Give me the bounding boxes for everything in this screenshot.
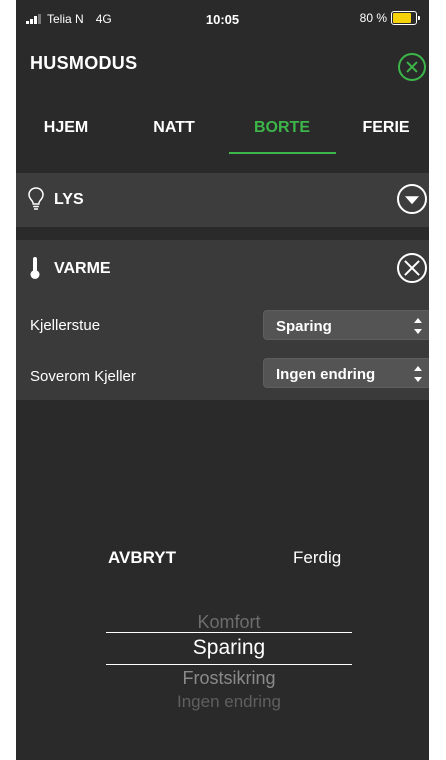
thermometer-icon [30, 257, 40, 279]
battery-percent: 80 % [359, 11, 387, 25]
close-icon[interactable] [397, 253, 427, 283]
picker-option[interactable]: Frostsikring [106, 668, 352, 689]
picker-option[interactable]: Komfort [106, 612, 352, 633]
room-label-kjellerstue: Kjellerstue [30, 317, 101, 334]
picker-option-selected[interactable]: Sparing [106, 636, 352, 660]
select-value: Sparing [276, 318, 332, 335]
tab-hjem[interactable]: HJEM [30, 118, 102, 152]
select-arrows-icon [414, 366, 422, 382]
room-label-soverom-kjeller: Soverom Kjeller [30, 368, 136, 385]
mode-select-soverom-kjeller[interactable]: Ingen endring [263, 358, 429, 388]
picker-option[interactable]: Ingen endring [106, 692, 352, 712]
page-title: HUSMODUS [30, 53, 138, 73]
picker-selection-line-bottom [106, 664, 352, 665]
active-tab-indicator [229, 152, 336, 154]
lightbulb-icon [28, 187, 44, 210]
section-lys-title: LYS [54, 191, 84, 208]
section-lys[interactable]: LYS [16, 173, 429, 227]
done-button[interactable]: Ferdig [293, 548, 341, 568]
status-bar: Telia N 4G 10:05 80 % [16, 0, 429, 38]
tab-natt[interactable]: NATT [144, 118, 204, 152]
close-icon[interactable] [398, 53, 426, 81]
picker-sheet: AVBRYT Ferdig Komfort Sparing Frostsikri… [16, 400, 429, 760]
select-arrows-icon [414, 318, 422, 334]
tab-ferie[interactable]: FERIE [356, 118, 416, 152]
chevron-down-icon[interactable] [397, 184, 427, 214]
select-value: Ingen endring [276, 366, 376, 383]
battery-icon [391, 11, 420, 25]
section-varme-title: VARME [54, 260, 111, 277]
section-varme: VARME Kjellerstue Sparing Soverom Kjelle… [16, 240, 429, 400]
app-screen: Telia N 4G 10:05 80 % HUSMODUS HJEM NATT… [16, 0, 429, 760]
battery-level [393, 13, 411, 23]
status-right: 80 % [359, 11, 420, 25]
mode-tabs: HJEM NATT BORTE FERIE [16, 118, 429, 158]
mode-select-kjellerstue[interactable]: Sparing [263, 310, 429, 340]
cancel-button[interactable]: AVBRYT [108, 548, 176, 568]
tab-borte[interactable]: BORTE [228, 118, 336, 152]
